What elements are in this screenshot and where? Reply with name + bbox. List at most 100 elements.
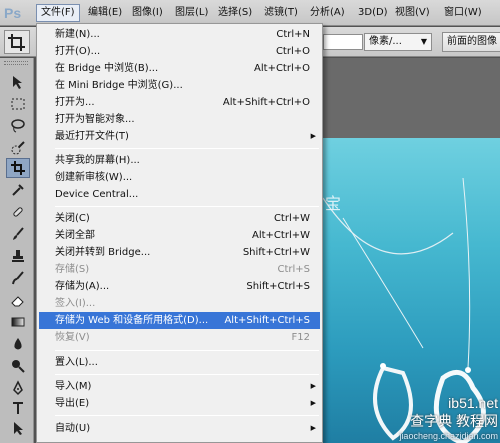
lasso-tool[interactable] bbox=[6, 116, 30, 136]
menu-analysis[interactable]: 分析(A) bbox=[306, 4, 349, 22]
image-brand-text: 宝 bbox=[325, 194, 342, 213]
menu-item-label: 关闭全部 bbox=[55, 230, 95, 241]
panel-grip[interactable] bbox=[4, 61, 28, 65]
front-image-button[interactable]: 前面的图像 bbox=[442, 32, 500, 52]
menu-item-shortcut: Alt+Ctrl+O bbox=[254, 63, 310, 74]
menu-item-revert: 恢复(V) F12 bbox=[39, 329, 320, 346]
menu-item-shortcut: Ctrl+O bbox=[275, 46, 310, 57]
dodge-tool[interactable] bbox=[6, 356, 30, 376]
document-canvas[interactable]: 宝 bbox=[323, 58, 500, 443]
blur-tool[interactable] bbox=[6, 334, 30, 354]
menu-item-create-review[interactable]: 创建新审核(W)... bbox=[39, 169, 320, 186]
pen-tool[interactable] bbox=[6, 378, 30, 398]
watermark: ib51.net 查字典 教程网 jiaocheng.chazidian.com bbox=[370, 395, 498, 441]
menu-layer[interactable]: 图层(L) bbox=[171, 4, 212, 22]
menu-item-shortcut: Alt+Shift+Ctrl+S bbox=[224, 315, 310, 326]
history-brush-tool[interactable] bbox=[6, 268, 30, 288]
photoshop-logo: Ps bbox=[4, 5, 22, 21]
menu-item-shortcut: Ctrl+S bbox=[277, 264, 310, 275]
type-icon bbox=[13, 402, 23, 414]
menu-item-label: 存储为(A)... bbox=[55, 281, 110, 292]
menu-item-shortcut: Alt+Shift+Ctrl+O bbox=[222, 97, 310, 108]
menu-item-label: Device Central... bbox=[55, 189, 139, 200]
menu-item-browse-mini-bridge[interactable]: 在 Mini Bridge 中浏览(G)... bbox=[39, 77, 320, 94]
menu-edit[interactable]: 编辑(E) bbox=[84, 4, 126, 22]
chevron-down-icon: ▼ bbox=[420, 37, 427, 46]
brush-tool[interactable] bbox=[6, 224, 30, 244]
menu-3d[interactable]: 3D(D) bbox=[354, 4, 392, 22]
eyedropper-icon bbox=[12, 184, 24, 196]
menu-select[interactable]: 选择(S) bbox=[214, 4, 256, 22]
pen-icon bbox=[13, 380, 23, 396]
menu-window[interactable]: 窗口(W) bbox=[440, 4, 486, 22]
menu-item-label: 存储(S) bbox=[55, 264, 90, 275]
crop-icon bbox=[8, 34, 25, 51]
menu-item-open-as[interactable]: 打开为... Alt+Shift+Ctrl+O bbox=[39, 94, 320, 111]
menu-item-save: 存储(S) Ctrl+S bbox=[39, 261, 320, 278]
menu-item-label: 新建(N)... bbox=[55, 29, 100, 40]
menu-item-open[interactable]: 打开(O)... Ctrl+O bbox=[39, 43, 320, 60]
bandage-icon bbox=[13, 207, 23, 217]
menu-item-open-smart-object[interactable]: 打开为智能对象... bbox=[39, 111, 320, 128]
menu-item-device-central[interactable]: Device Central... bbox=[39, 186, 320, 203]
menu-separator bbox=[55, 206, 319, 207]
menu-image[interactable]: 图像(I) bbox=[128, 4, 167, 22]
menu-view[interactable]: 视图(V) bbox=[391, 4, 434, 22]
menu-item-label: 关闭(C) bbox=[55, 213, 90, 224]
path-selection-icon bbox=[14, 422, 23, 435]
gradient-icon bbox=[11, 317, 25, 327]
menu-item-close[interactable]: 关闭(C) Ctrl+W bbox=[39, 210, 320, 227]
menu-item-label: 关闭并转到 Bridge... bbox=[55, 247, 151, 258]
menu-item-shortcut: F12 bbox=[291, 332, 310, 343]
gradient-tool[interactable] bbox=[6, 312, 30, 332]
stamp-icon bbox=[12, 250, 24, 262]
menu-file[interactable]: 文件(F) bbox=[36, 4, 80, 22]
type-tool[interactable] bbox=[6, 398, 30, 418]
resolution-unit-select[interactable]: 像素/... ▼ bbox=[364, 33, 432, 51]
menu-item-label: 打开为... bbox=[55, 97, 95, 108]
watermark-site: ib51.net bbox=[448, 395, 498, 411]
brush-icon bbox=[13, 227, 24, 240]
quick-selection-tool[interactable] bbox=[6, 138, 30, 158]
watermark-domain: jiaocheng.chazidian.com bbox=[399, 431, 498, 441]
menu-item-browse-bridge[interactable]: 在 Bridge 中浏览(B)... Alt+Ctrl+O bbox=[39, 60, 320, 77]
submenu-arrow-icon: ▶ bbox=[310, 382, 316, 390]
menu-item-save-as[interactable]: 存储为(A)... Shift+Ctrl+S bbox=[39, 278, 320, 295]
history-brush-icon bbox=[12, 271, 24, 285]
menu-item-close-all[interactable]: 关闭全部 Alt+Ctrl+W bbox=[39, 227, 320, 244]
menu-separator bbox=[55, 415, 319, 416]
marquee-icon bbox=[11, 98, 25, 110]
menu-item-label: 在 Mini Bridge 中浏览(G)... bbox=[55, 80, 183, 91]
move-tool[interactable] bbox=[6, 72, 30, 92]
menu-item-import[interactable]: 导入(M) ▶ bbox=[39, 378, 320, 395]
menu-item-export[interactable]: 导出(E) ▶ bbox=[39, 395, 320, 412]
eraser-tool[interactable] bbox=[6, 290, 30, 310]
marquee-tool[interactable] bbox=[6, 94, 30, 114]
path-selection-tool[interactable] bbox=[6, 418, 30, 438]
tool-preset-picker[interactable] bbox=[4, 30, 30, 54]
menu-item-label: 创建新审核(W)... bbox=[55, 172, 133, 183]
menu-item-label: 在 Bridge 中浏览(B)... bbox=[55, 63, 159, 74]
menu-item-automate[interactable]: 自动(U) ▶ bbox=[39, 420, 320, 437]
menu-item-recent-files[interactable]: 最近打开文件(T) ▶ bbox=[39, 128, 320, 145]
clone-stamp-tool[interactable] bbox=[6, 246, 30, 266]
eyedropper-tool[interactable] bbox=[6, 180, 30, 200]
crop-tool[interactable] bbox=[6, 158, 30, 178]
resolution-field[interactable] bbox=[323, 34, 363, 50]
menu-item-label: 最近打开文件(T) bbox=[55, 131, 129, 142]
menu-filter[interactable]: 滤镜(T) bbox=[260, 4, 302, 22]
menu-item-close-go-bridge[interactable]: 关闭并转到 Bridge... Shift+Ctrl+W bbox=[39, 244, 320, 261]
menu-item-save-for-web[interactable]: 存储为 Web 和设备所用格式(D)... Alt+Shift+Ctrl+S bbox=[39, 312, 320, 329]
menu-separator bbox=[55, 374, 319, 375]
menu-item-label: 共享我的屏幕(H)... bbox=[55, 155, 140, 166]
menu-separator bbox=[55, 148, 319, 149]
submenu-arrow-icon: ▶ bbox=[310, 132, 316, 140]
healing-brush-tool[interactable] bbox=[6, 202, 30, 222]
menu-item-share-screen[interactable]: 共享我的屏幕(H)... bbox=[39, 152, 320, 169]
menu-item-place[interactable]: 置入(L)... bbox=[39, 354, 320, 371]
menu-item-label: 导出(E) bbox=[55, 398, 90, 409]
menu-item-new[interactable]: 新建(N)... Ctrl+N bbox=[39, 26, 320, 43]
menu-separator bbox=[55, 350, 319, 351]
menu-item-label: 导入(M) bbox=[55, 381, 92, 392]
eraser-icon bbox=[11, 296, 24, 307]
